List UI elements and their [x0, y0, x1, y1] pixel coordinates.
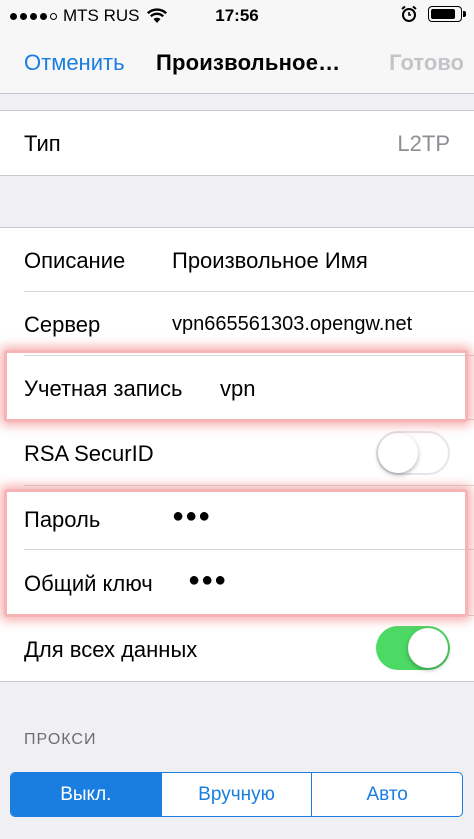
shared-key-label: Общий ключ [24, 571, 153, 596]
navigation-bar: Отменить Произвольное… Готово [0, 32, 474, 94]
send-all-traffic-row: Для всех данных [0, 616, 474, 682]
toggle-knob [408, 628, 448, 668]
password-input[interactable]: ●●● [172, 505, 211, 528]
proxy-option-auto[interactable]: Авто [311, 773, 462, 816]
description-label: Описание [24, 248, 126, 273]
server-input[interactable]: vpn665561303.opengw.net [172, 313, 412, 336]
send-all-traffic-label: Для всех данных [24, 637, 198, 662]
alarm-clock-icon [401, 5, 417, 22]
account-label: Учетная запись [24, 376, 183, 401]
rsa-securid-label: RSA SecurID [24, 441, 154, 466]
rsa-securid-toggle[interactable] [376, 431, 450, 475]
proxy-option-off[interactable]: Выкл. [11, 773, 161, 816]
shared-key-row[interactable]: Общий ключ ●●● [0, 550, 474, 616]
password-row[interactable]: Пароль ●●● [0, 486, 474, 550]
proxy-option-manual[interactable]: Вручную [160, 773, 312, 816]
type-row[interactable]: Тип L2TP [0, 110, 474, 176]
page-title: Произвольное… [156, 50, 341, 75]
type-value: L2TP [397, 131, 450, 156]
battery-icon [428, 6, 466, 22]
cancel-button[interactable]: Отменить [24, 50, 125, 76]
shared-key-input[interactable]: ●●● [188, 569, 227, 592]
rsa-securid-row: RSA SecurID [0, 420, 474, 486]
server-row[interactable]: Сервер vpn665561303.opengw.net [0, 292, 474, 356]
description-row[interactable]: Описание Произвольное Имя [0, 227, 474, 292]
type-label: Тип [24, 131, 61, 156]
proxy-segmented-control: Выкл. Вручную Авто [10, 772, 463, 817]
done-button[interactable]: Готово [389, 50, 464, 76]
status-right [400, 5, 466, 23]
server-label: Сервер [24, 312, 101, 337]
account-input[interactable]: vpn [220, 376, 255, 402]
account-row[interactable]: Учетная запись vpn [0, 356, 474, 420]
battery-level [431, 9, 455, 19]
toggle-knob [378, 433, 418, 473]
proxy-section-header: ПРОКСИ [24, 731, 97, 748]
send-all-traffic-toggle[interactable] [376, 626, 450, 670]
password-label: Пароль [24, 507, 101, 532]
description-input[interactable]: Произвольное Имя [172, 248, 368, 274]
status-bar: MTS RUS 17:56 [0, 0, 474, 32]
